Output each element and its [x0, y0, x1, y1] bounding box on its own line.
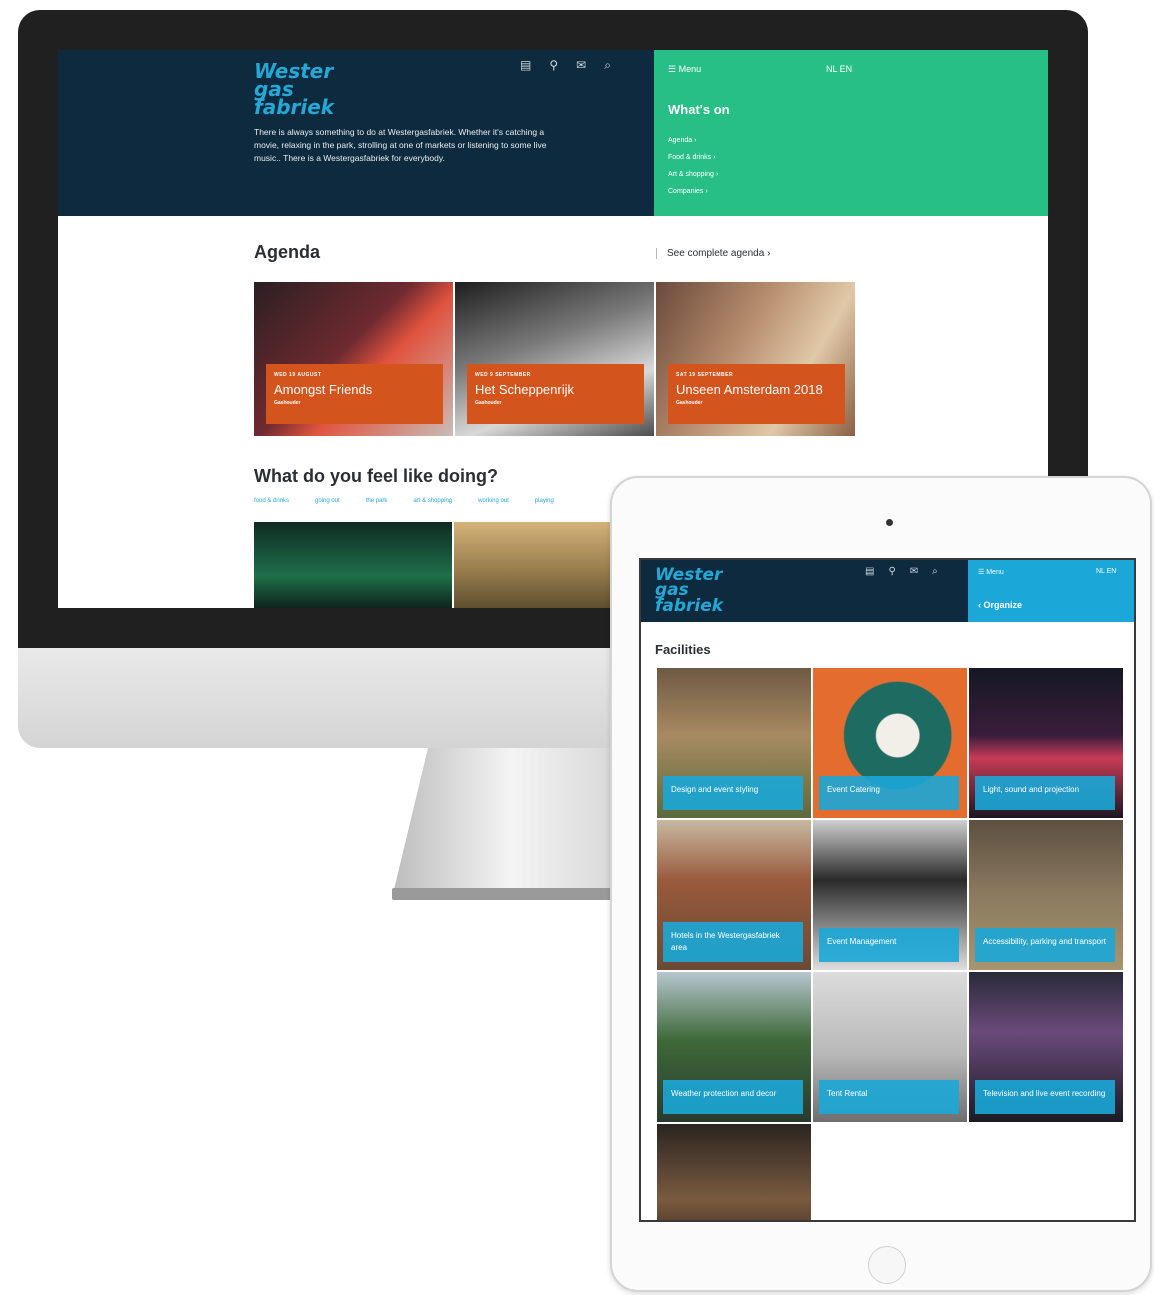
calendar-icon[interactable]: ▤ [865, 566, 874, 577]
see-complete-agenda-link[interactable]: See complete agenda › [656, 248, 770, 259]
location-pin-icon[interactable]: ⚲ [549, 58, 558, 78]
agenda-card[interactable]: WED 9 SEPTEMBER Het Scheppenrijk Gashoud… [455, 282, 654, 436]
agenda-heading: Agenda [254, 242, 321, 262]
tag-art-shopping[interactable]: art & shopping [413, 498, 452, 504]
facility-tile-photo[interactable] [657, 1124, 811, 1220]
agenda-card-date: WED 9 SEPTEMBER [475, 372, 531, 378]
agenda-card-title: Het Scheppenrijk [475, 382, 574, 397]
agenda-card[interactable]: SAT 19 SEPTEMBER Unseen Amsterdam 2018 G… [656, 282, 855, 436]
language-switch[interactable]: NL EN [826, 64, 852, 74]
panel-link-food[interactable]: Food & drinks › [668, 149, 718, 166]
tag-working-out[interactable]: working out [478, 498, 509, 504]
search-icon[interactable]: ⌕ [932, 566, 938, 577]
facility-tile[interactable]: Event Management [813, 820, 967, 970]
agenda-card-venue: Gashouder [676, 400, 703, 406]
whats-on-panel: ☰ Menu NL EN What's on Agenda › Food & d… [654, 50, 1048, 216]
facility-tile[interactable]: Tent Rental [813, 972, 967, 1122]
activity-photo[interactable] [254, 522, 452, 608]
facilities-grid: Design and event styling Event Catering … [657, 668, 1123, 1220]
agenda-card-date: SAT 19 SEPTEMBER [676, 372, 734, 378]
mail-icon[interactable]: ✉ [910, 566, 918, 577]
facility-label: Hotels in the Westergasfabriek area [663, 922, 803, 962]
panel-title: What's on [668, 102, 730, 117]
tablet-language-switch[interactable]: NL EN [1096, 568, 1116, 575]
agenda-card-title: Amongst Friends [274, 382, 373, 397]
activity-tags: food & drinks going out the park art & s… [254, 498, 554, 504]
facility-tile[interactable]: Hotels in the Westergasfabriek area [657, 820, 811, 970]
facility-tile[interactable]: Weather protection and decor [657, 972, 811, 1122]
agenda-card-caption: WED 19 AUGUST Amongst Friends Gashouder [266, 364, 443, 424]
tag-playing[interactable]: playing [535, 498, 554, 504]
agenda-card-venue: Gashouder [274, 400, 301, 406]
agenda-card-venue: Gashouder [475, 400, 502, 406]
intro-text: There is always something to do at Weste… [254, 127, 547, 163]
facility-label: Event Catering [819, 776, 959, 810]
header-icons: ▤ ⚲ ✉ ⌕ [520, 58, 650, 78]
organize-link[interactable]: ‹ Organize [978, 600, 1022, 610]
feel-like-doing-heading: What do you feel like doing? [254, 466, 499, 486]
tablet-logo[interactable]: Wester gas fabriek [655, 567, 735, 615]
facility-label: Accessibility, parking and transport [975, 928, 1115, 962]
search-icon[interactable]: ⌕ [604, 58, 611, 78]
tablet-menu-panel: ☰ Menu NL EN ‹ Organize [968, 560, 1134, 622]
facility-label: Design and event styling [663, 776, 803, 810]
facility-label: Weather protection and decor [663, 1080, 803, 1114]
tablet-screen: Wester gas fabriek ▤ ⚲ ✉ ⌕ ☰ Menu NL EN … [639, 558, 1136, 1222]
panel-link-companies[interactable]: Companies › [668, 183, 718, 200]
mail-icon[interactable]: ✉ [576, 58, 586, 78]
panel-link-art[interactable]: Art & shopping › [668, 166, 718, 183]
menu-button[interactable]: ☰ Menu [668, 64, 701, 75]
facility-label: Event Management [819, 928, 959, 962]
tag-food-drinks[interactable]: food & drinks [254, 498, 289, 504]
tablet-home-button[interactable] [868, 1246, 906, 1284]
facility-tile[interactable]: Design and event styling [657, 668, 811, 818]
agenda-card[interactable]: WED 19 AUGUST Amongst Friends Gashouder [254, 282, 453, 436]
agenda-cards: WED 19 AUGUST Amongst Friends Gashouder … [254, 282, 855, 436]
agenda-card-caption: SAT 19 SEPTEMBER Unseen Amsterdam 2018 G… [668, 364, 845, 424]
calendar-icon[interactable]: ▤ [520, 58, 531, 78]
facilities-heading: Facilities [655, 642, 711, 657]
site-logo[interactable]: Wester gas fabriek [254, 61, 374, 117]
facility-tile[interactable]: Television and live event recording [969, 972, 1123, 1122]
tablet-header-icons: ▤ ⚲ ✉ ⌕ [865, 566, 938, 577]
panel-links: Agenda › Food & drinks › Art & shopping … [668, 132, 718, 200]
agenda-card-title: Unseen Amsterdam 2018 [676, 382, 823, 397]
panel-link-agenda[interactable]: Agenda › [668, 132, 718, 149]
tag-going-out[interactable]: going out [315, 498, 340, 504]
facility-tile[interactable]: Event Catering [813, 668, 967, 818]
tag-the-park[interactable]: the park [366, 498, 388, 504]
facility-label: Television and live event recording [975, 1080, 1115, 1114]
tablet-menu-button[interactable]: ☰ Menu [978, 568, 1004, 576]
facility-label: Light, sound and projection [975, 776, 1115, 810]
tablet-camera [886, 519, 893, 526]
facility-tile[interactable]: Accessibility, parking and transport [969, 820, 1123, 970]
facility-label: Tent Rental [819, 1080, 959, 1114]
agenda-card-date: WED 19 AUGUST [274, 372, 322, 378]
facility-tile[interactable]: Light, sound and projection [969, 668, 1123, 818]
location-pin-icon[interactable]: ⚲ [888, 566, 895, 577]
agenda-card-caption: WED 9 SEPTEMBER Het Scheppenrijk Gashoud… [467, 364, 644, 424]
